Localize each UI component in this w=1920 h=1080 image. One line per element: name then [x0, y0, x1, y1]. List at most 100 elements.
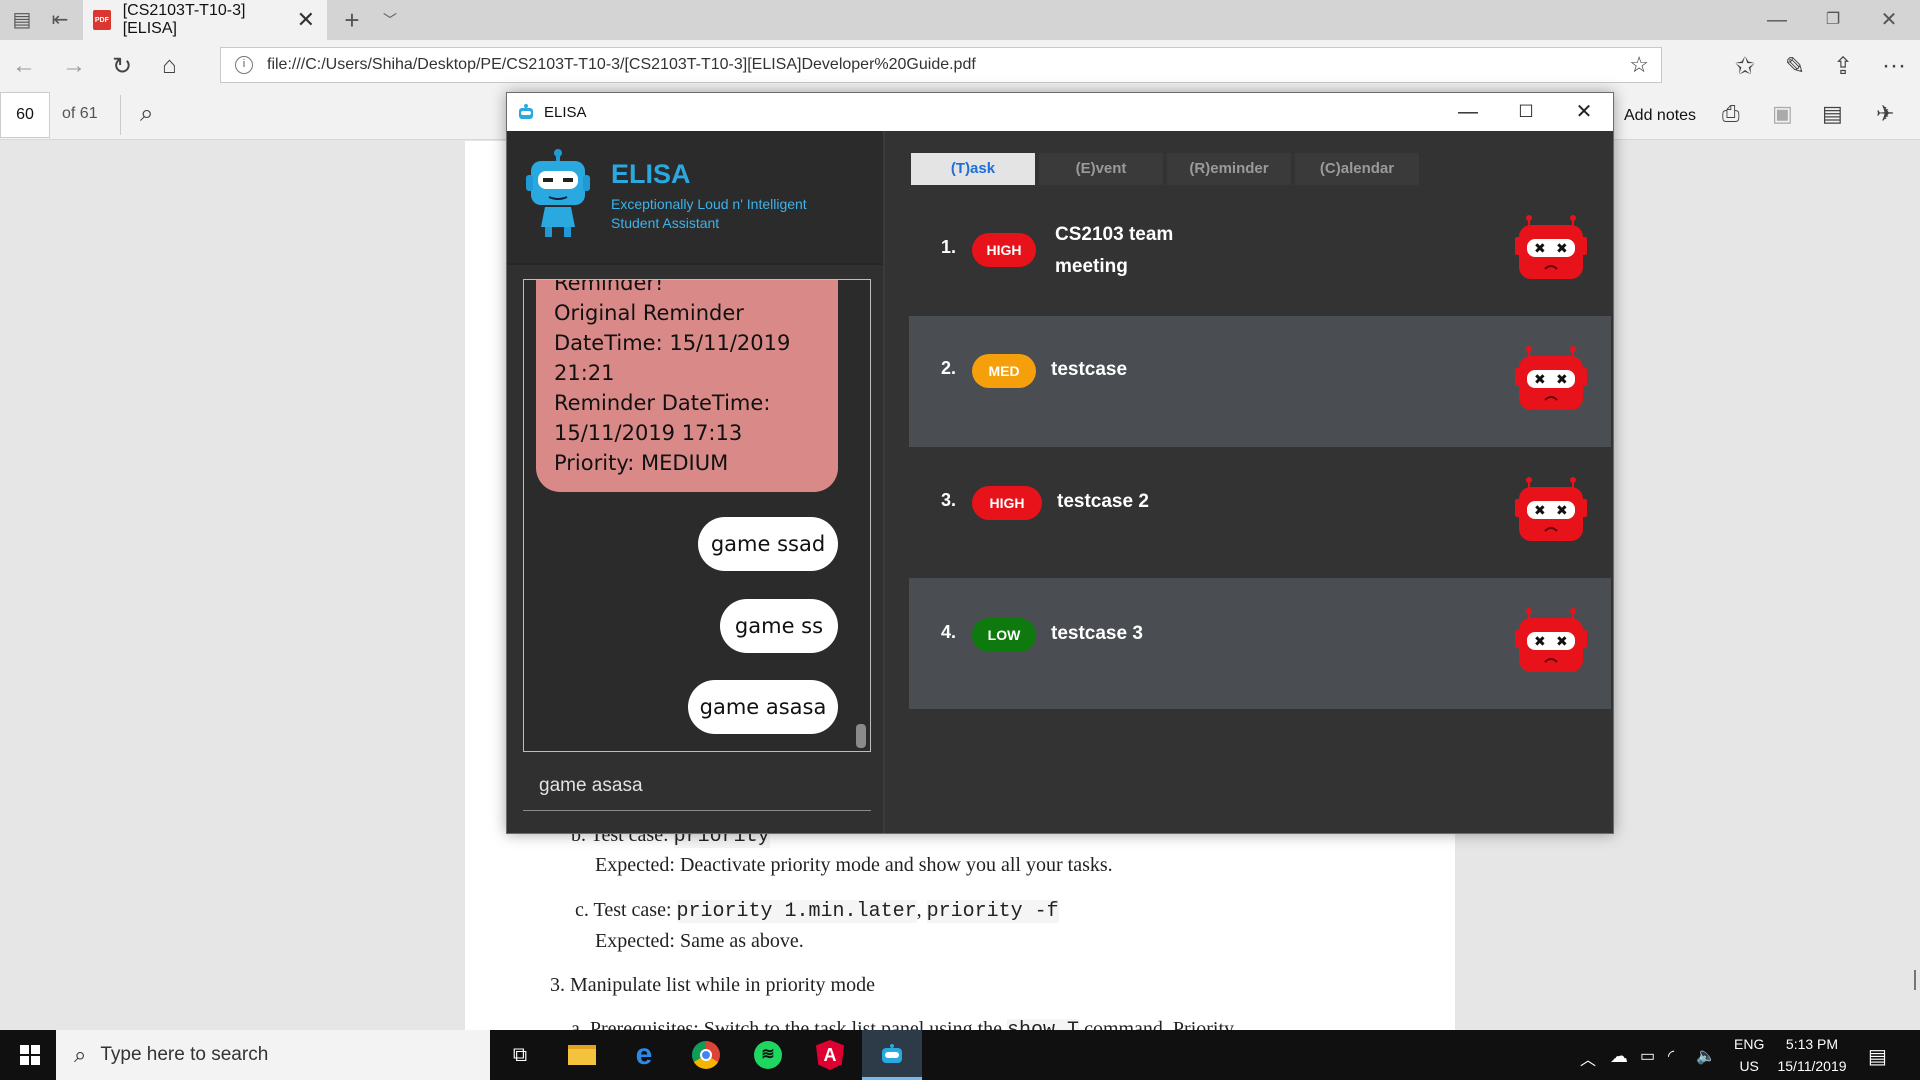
print-icon[interactable]: ⎙ — [1722, 101, 1740, 127]
taskbar-search-box[interactable]: ⌕ Type here to search — [56, 1030, 490, 1080]
task-view-icon[interactable]: ⧉ — [490, 1030, 550, 1080]
wifi-icon[interactable]: ◜ — [1668, 1046, 1674, 1066]
task-number: 1. — [941, 237, 957, 257]
task-row[interactable]: 4. LOW testcase 3 ✖ ✖ — [909, 578, 1611, 709]
svg-text:✖: ✖ — [1556, 241, 1568, 257]
tab-event[interactable]: (E)vent — [1039, 153, 1163, 185]
tab-reminder[interactable]: (R)eminder — [1167, 153, 1291, 185]
lang-line: ENG — [1734, 1036, 1765, 1052]
reminder-line: DateTime: 15/11/2019 — [554, 331, 791, 355]
scrollbar-thumb[interactable] — [1914, 970, 1916, 990]
chrome-icon[interactable] — [676, 1030, 736, 1080]
forward-icon[interactable]: → — [62, 52, 86, 80]
clock[interactable]: 5:13 PM 15/11/2019 — [1776, 1036, 1848, 1074]
doc-text: , — [916, 899, 922, 921]
set-tabs-aside-icon[interactable]: ⇤ — [42, 0, 78, 40]
task-description: testcase 2 — [1057, 486, 1149, 518]
desc-line: testcase — [1051, 359, 1128, 380]
task-row[interactable]: 1. HIGH CS2103 team meeting ✖ ✖ — [909, 185, 1611, 316]
clock-time: 5:13 PM — [1785, 1036, 1839, 1052]
spotify-icon[interactable]: ≋ — [738, 1030, 798, 1080]
command-input[interactable]: game asasa — [523, 763, 871, 811]
reminder-line: 21:21 — [554, 361, 615, 385]
reminder-line: Priority: MEDIUM — [554, 451, 729, 475]
file-explorer-icon[interactable] — [552, 1030, 612, 1080]
elisa-maximize-button[interactable]: ☐ — [1497, 93, 1555, 131]
user-message: game ss — [720, 599, 838, 653]
task-row[interactable]: 2. MED testcase ✖ ✖ — [909, 316, 1611, 447]
sad-robot-icon: ✖ ✖ — [1515, 346, 1587, 410]
favorite-star-icon[interactable]: ☆ — [1629, 52, 1649, 78]
page-number-input[interactable]: 60 — [0, 92, 50, 138]
edge-browser-icon[interactable]: e — [614, 1030, 674, 1080]
onedrive-cloud-icon[interactable]: ☁ — [1610, 1046, 1628, 1067]
favorites-icon[interactable]: ✩ — [1735, 52, 1755, 81]
pdf-icon: PDF — [93, 10, 111, 30]
tab-preview-icon[interactable]: ▤ — [4, 0, 40, 40]
elisa-title-bar: ELISA — ☐ ✕ — [507, 93, 1613, 131]
svg-text:✖: ✖ — [1556, 372, 1568, 388]
home-icon[interactable]: ⌂ — [162, 52, 177, 80]
more-icon[interactable]: ··· — [1882, 52, 1906, 80]
find-search-icon[interactable]: ⌕ — [140, 100, 153, 128]
priority-badge: MED — [972, 354, 1036, 388]
page-total: of 61 — [62, 105, 98, 122]
tagline-line: Student Assistant — [611, 215, 720, 231]
doc-code: priority 1.min.later — [676, 900, 917, 923]
site-info-icon[interactable]: i — [235, 56, 253, 74]
close-window-button[interactable]: ✕ — [1864, 0, 1914, 40]
restore-button[interactable]: ❐ — [1808, 0, 1858, 40]
pin-icon[interactable]: ✈ — [1876, 101, 1894, 127]
doc-text: a. Prerequisites: Switch to the task lis… — [571, 1018, 1003, 1030]
battery-icon[interactable]: ▭ — [1640, 1046, 1655, 1066]
doc-text: c. Test case: — [575, 899, 672, 921]
new-tab-button[interactable]: + — [334, 0, 370, 40]
task-number: 3. — [941, 490, 957, 510]
tab-list-chevron-icon[interactable]: ﹀ — [372, 0, 408, 40]
doc-expected-b: Expected: Deactivate priority mode and s… — [595, 854, 1113, 876]
window-title: ELISA — [544, 103, 587, 121]
refresh-icon[interactable]: ↻ — [112, 52, 132, 81]
chat-panel[interactable]: Reminder! Original Reminder DateTime: 15… — [523, 279, 871, 752]
task-number: 4. — [941, 622, 957, 642]
elisa-close-button[interactable]: ✕ — [1555, 93, 1613, 131]
desc-line: testcase 3 — [1051, 623, 1143, 644]
tray-chevron-icon[interactable]: ︿ — [1580, 1046, 1596, 1070]
tab-calendar[interactable]: (C)alendar — [1295, 153, 1419, 185]
angular-icon[interactable]: A — [800, 1030, 860, 1080]
priority-badge: HIGH — [972, 233, 1036, 267]
address-bar[interactable]: i file:///C:/Users/Shiha/Desktop/PE/CS21… — [220, 47, 1662, 83]
action-center-icon[interactable]: ▤ — [1868, 1044, 1887, 1069]
svg-text:✖: ✖ — [1556, 634, 1568, 650]
chat-scrollbar-thumb[interactable] — [856, 724, 866, 748]
elisa-minimize-button[interactable]: — — [1439, 93, 1497, 131]
divider — [120, 95, 121, 135]
task-row[interactable]: 3. HIGH testcase 2 ✖ ✖ — [909, 447, 1611, 578]
save-as-icon[interactable]: ▤ — [1822, 101, 1843, 127]
doc-code: priority -f — [926, 900, 1059, 923]
task-description: testcase — [1051, 354, 1127, 386]
doc-expected-c: Expected: Same as above. — [595, 930, 804, 952]
clock-date: 15/11/2019 — [1777, 1058, 1847, 1074]
language-indicator[interactable]: ENG US — [1734, 1036, 1764, 1074]
save-icon[interactable]: ▣ — [1772, 101, 1793, 127]
elisa-taskbar-icon[interactable] — [862, 1030, 922, 1080]
doc-item-3: 3. Manipulate list while in priority mod… — [550, 974, 875, 996]
svg-text:✖: ✖ — [1534, 634, 1546, 650]
browser-tab[interactable]: PDF [CS2103T-T10-3][ELISA] ✕ — [83, 0, 327, 40]
close-tab-icon[interactable]: ✕ — [297, 7, 315, 33]
pen-icon[interactable]: ✎ — [1785, 52, 1805, 81]
tab-task[interactable]: (T)ask — [911, 153, 1035, 185]
volume-muted-icon[interactable]: 🔈 — [1696, 1046, 1716, 1066]
add-notes-button[interactable]: Add notes — [1624, 107, 1696, 125]
minimize-button[interactable]: — — [1752, 0, 1802, 40]
back-icon[interactable]: ← — [12, 52, 36, 80]
brand-header: ELISA Exceptionally Loud n' Intelligent … — [507, 131, 883, 265]
priority-badge: HIGH — [972, 486, 1042, 520]
user-message: game ssad — [698, 517, 838, 571]
windows-start-icon[interactable] — [20, 1045, 40, 1065]
doc-line-c: c. Test case: priority 1.min.later, prio… — [575, 899, 1059, 923]
reminder-line: Original Reminder — [554, 301, 744, 325]
share-icon[interactable]: ⇪ — [1833, 52, 1853, 81]
app-name: ELISA — [611, 159, 691, 189]
